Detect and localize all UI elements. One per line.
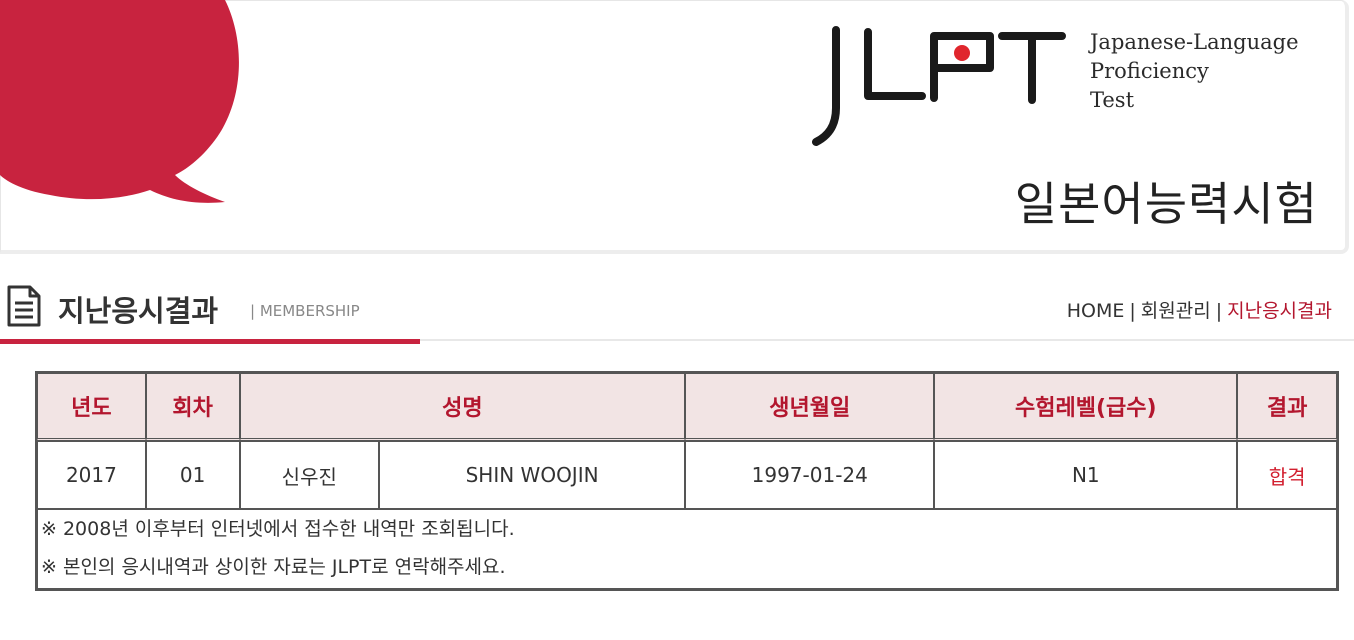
speech-bubble-graphic: [0, 0, 239, 203]
jlpt-sub-line-1: Japanese-Language: [1090, 30, 1299, 54]
breadcrumb-separator: |: [1129, 300, 1136, 322]
document-icon: [7, 285, 41, 327]
page-header: 지난응시결과 | MEMBERSHIP HOME | 회원관리 | 지난응시결과: [0, 276, 1354, 346]
cell-level: N1: [934, 441, 1238, 509]
note-line: ※ 본인의 응시내역과 상이한 자료는 JLPT로 연락해주세요.: [41, 556, 506, 578]
jlpt-subtitle: Japanese-Language Proficiency Test: [1090, 28, 1299, 115]
table-row: 2017 01 신우진 SHIN WOOJIN 1997-01-24 N1 합격: [37, 441, 1337, 509]
header-birthdate: 생년월일: [685, 373, 935, 441]
header-accent-bar: [0, 339, 420, 344]
jlpt-logo-icon: [812, 26, 1066, 146]
header-level: 수험레벨(급수): [934, 373, 1238, 441]
jlpt-banner: Japanese-Language Proficiency Test 일본어능력…: [0, 0, 1354, 260]
header-result: 결과: [1237, 373, 1337, 441]
header-name: 성명: [239, 373, 686, 441]
results-table: 년도 회차 성명 생년월일 수험레벨(급수) 결과 2017 01 신우진 SH…: [35, 371, 1339, 591]
jlpt-sub-line-3: Test: [1090, 88, 1135, 112]
cell-name-korean: 신우진: [239, 441, 380, 509]
cell-result: 합격: [1237, 441, 1337, 509]
notes-row: ※ 2008년 이후부터 인터넷에서 접수한 내역만 조회됩니다. ※ 본인의 …: [37, 509, 1337, 589]
page-subtitle: | MEMBERSHIP: [250, 302, 360, 320]
cell-name-english: SHIN WOOJIN: [379, 441, 686, 509]
notes-cell: ※ 2008년 이후부터 인터넷에서 접수한 내역만 조회됩니다. ※ 본인의 …: [37, 509, 1337, 589]
cell-year: 2017: [37, 441, 146, 509]
breadcrumb-home[interactable]: HOME: [1067, 300, 1125, 322]
cell-round: 01: [145, 441, 240, 509]
cell-birthdate: 1997-01-24: [685, 441, 935, 509]
breadcrumb: HOME | 회원관리 | 지난응시결과: [1067, 296, 1332, 323]
table-header-row: 년도 회차 성명 생년월일 수험레벨(급수) 결과: [37, 373, 1337, 441]
breadcrumb-member-management[interactable]: 회원관리: [1141, 300, 1211, 322]
note-line: ※ 2008년 이후부터 인터넷에서 접수한 내역만 조회됩니다.: [41, 518, 515, 540]
jlpt-sub-line-2: Proficiency: [1090, 59, 1209, 83]
page-title: 지난응시결과: [58, 294, 219, 328]
banner-korean-title: 일본어능력시험: [1014, 177, 1318, 231]
header-round: 회차: [145, 373, 240, 441]
breadcrumb-current: 지난응시결과: [1227, 300, 1332, 322]
header-year: 년도: [37, 373, 146, 441]
breadcrumb-separator: |: [1215, 300, 1223, 322]
